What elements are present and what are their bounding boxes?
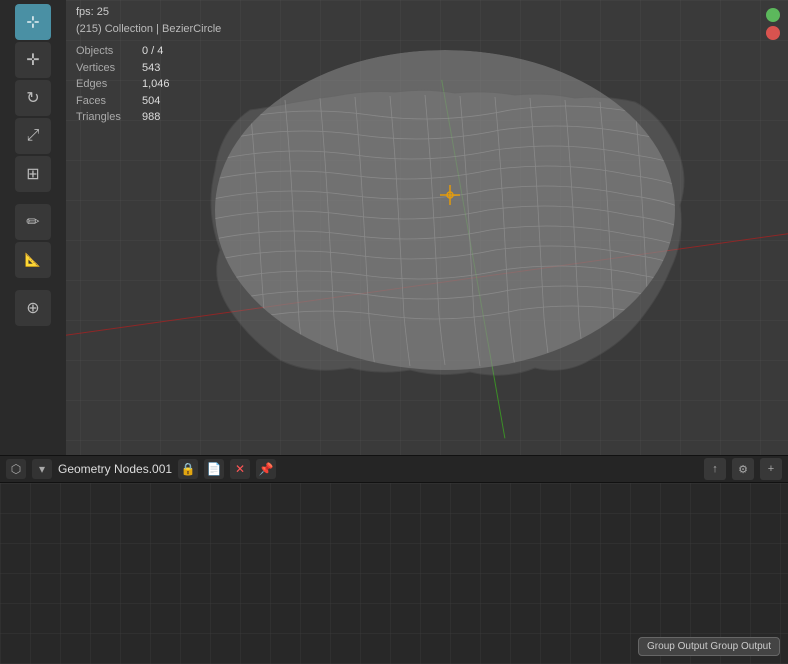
editor-type-dropdown[interactable]: ▾ (32, 459, 52, 479)
rotate-tool-button[interactable]: ↻ (15, 80, 51, 116)
node-editor-area[interactable]: Than Value an an ▾ 1 2.000 ✓ Geometry Pr… (0, 483, 788, 664)
add-button[interactable]: + (760, 458, 782, 480)
node-editor-name: Geometry Nodes.001 (58, 462, 172, 476)
mesh-object (150, 30, 740, 390)
node-editor-icon[interactable]: ⬡ (6, 459, 26, 479)
new-button[interactable]: 📄 (204, 459, 224, 479)
edges-label: Edges (76, 76, 136, 93)
viewport-indicators (766, 8, 780, 40)
group-output-label: Group Output (647, 641, 708, 652)
pin2-button[interactable]: 📌 (256, 459, 276, 479)
objects-label: Objects (76, 43, 136, 60)
scale-tool-button[interactable]: ⤢ (15, 118, 51, 154)
up-arrow-button[interactable]: ↑ (704, 458, 726, 480)
add-tool-button[interactable]: ⊕ (15, 290, 51, 326)
fps-label: fps: 25 (76, 4, 109, 21)
3d-viewport[interactable]: ⊹ ✛ ↻ ⤢ ⊞ ✏ 📐 ⊕ fps: 25 (215) Collection… (0, 0, 788, 455)
viewport-stats: fps: 25 (215) Collection | BezierCircle … (76, 4, 221, 126)
settings-button[interactable]: ⚙ (732, 458, 754, 480)
pin-button[interactable]: 🔒 (178, 459, 198, 479)
editor-divider-bar: ⬡ ▾ Geometry Nodes.001 🔒 📄 ✕ 📌 ↑ ⚙ + (0, 455, 788, 483)
close-button[interactable]: ✕ (230, 459, 250, 479)
collection-label: (215) Collection | BezierCircle (76, 21, 221, 38)
triangles-value: 988 (142, 109, 160, 126)
faces-label: Faces (76, 93, 136, 110)
transform-tool-button[interactable]: ⊞ (15, 156, 51, 192)
faces-value: 504 (142, 93, 160, 110)
vertices-label: Vertices (76, 60, 136, 77)
select-tool-button[interactable]: ⊹ (15, 4, 51, 40)
objects-value: 0 / 4 (142, 43, 163, 60)
left-toolbar: ⊹ ✛ ↻ ⤢ ⊞ ✏ 📐 ⊕ (0, 0, 66, 455)
annotate-tool-button[interactable]: ✏ (15, 204, 51, 240)
vertices-value: 543 (142, 60, 160, 77)
triangles-label: Triangles (76, 109, 136, 126)
move-tool-button[interactable]: ✛ (15, 42, 51, 78)
measure-tool-button[interactable]: 📐 (15, 242, 51, 278)
group-output-node[interactable]: Group Output Group Output (638, 637, 780, 656)
status-dot-red (766, 26, 780, 40)
edges-value: 1,046 (142, 76, 170, 93)
status-dot-green (766, 8, 780, 22)
